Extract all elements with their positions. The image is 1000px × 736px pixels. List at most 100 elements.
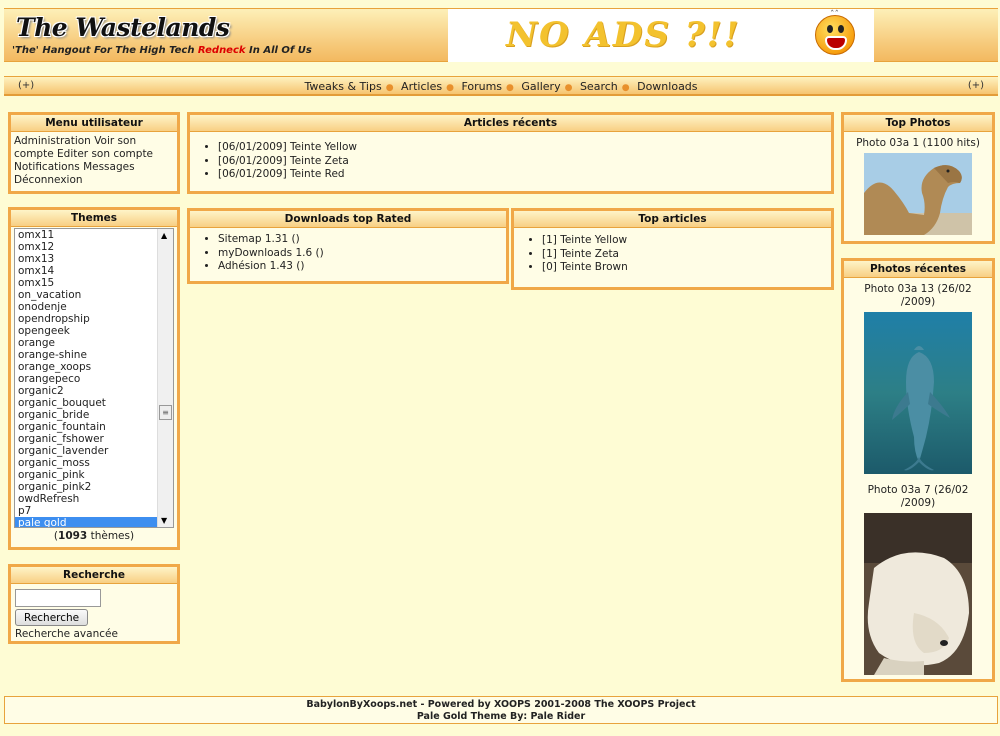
block-title: Articles récents bbox=[190, 115, 831, 132]
article-link[interactable]: [06/01/2009] Teinte Zeta bbox=[218, 155, 349, 167]
theme-option[interactable]: orange_xoops bbox=[15, 361, 173, 373]
menu-link-messages[interactable]: Messages bbox=[83, 161, 135, 173]
theme-option[interactable]: orange-shine bbox=[15, 349, 173, 361]
list-item: [1] Teinte Yellow bbox=[542, 234, 827, 248]
footer-theme-credit: Pale Gold Theme By: Pale Rider bbox=[416, 711, 586, 722]
menu-link-logout[interactable]: Déconnexion bbox=[14, 174, 83, 186]
nav-link-tweaks[interactable]: Tweaks & Tips bbox=[304, 80, 381, 93]
list-item: [06/01/2009] Teinte Zeta bbox=[218, 155, 827, 169]
scroll-thumb[interactable]: ≡ bbox=[159, 405, 172, 420]
recent-articles-block: Articles récents [06/01/2009] Teinte Yel… bbox=[187, 112, 834, 194]
photo-caption[interactable]: Photo 03a 7 (26/02/2009) bbox=[844, 484, 992, 510]
block-title: Top Photos bbox=[844, 115, 992, 132]
photo-caption[interactable]: Photo 03a 13 (26/02/2009) bbox=[844, 283, 992, 309]
main-nav: (+) Tweaks & Tips ● Articles ● Forums ● Gal… bbox=[4, 76, 998, 96]
article-link[interactable]: [1] Teinte Yellow bbox=[542, 234, 627, 246]
theme-option[interactable]: omx14 bbox=[15, 265, 173, 277]
scroll-down-icon[interactable]: ▼ bbox=[161, 516, 167, 525]
nav-link-search[interactable]: Search bbox=[580, 80, 618, 93]
top-articles-list: [1] Teinte Yellow [1] Teinte Zeta [0] Te… bbox=[518, 234, 827, 275]
top-photos-block: Top Photos Photo 03a 1 (1100 hits) bbox=[841, 112, 995, 244]
theme-option[interactable]: organic_bride bbox=[15, 409, 173, 421]
list-item: [0] Teinte Brown bbox=[542, 261, 827, 275]
nav-link-articles[interactable]: Articles bbox=[401, 80, 442, 93]
block-title: Themes bbox=[11, 210, 177, 227]
downloads-top-rated-block: Downloads top Rated Sitemap 1.31 () myDo… bbox=[187, 208, 509, 284]
theme-option[interactable]: organic_fountain bbox=[15, 421, 173, 433]
theme-option[interactable]: organic_pink bbox=[15, 469, 173, 481]
article-link[interactable]: [1] Teinte Zeta bbox=[542, 248, 619, 260]
download-link[interactable]: Sitemap 1.31 () bbox=[218, 233, 300, 245]
theme-count: (1093 thèmes) bbox=[53, 530, 135, 542]
theme-option[interactable]: organic_pink2 bbox=[15, 481, 173, 493]
search-input[interactable] bbox=[15, 589, 101, 607]
theme-list-scrollbar[interactable]: ▲ ≡ ▼ bbox=[157, 229, 173, 527]
nav-separator-icon: ● bbox=[621, 83, 630, 93]
theme-option[interactable]: organic_moss bbox=[15, 457, 173, 469]
recent-photos-block: Photos récentes Photo 03a 13 (26/02/2009… bbox=[841, 258, 995, 682]
advanced-search-link[interactable]: Recherche avancée bbox=[15, 628, 118, 640]
theme-option[interactable]: organic_fshower bbox=[15, 433, 173, 445]
nav-link-downloads[interactable]: Downloads bbox=[637, 80, 697, 93]
theme-option[interactable]: organic_lavender bbox=[15, 445, 173, 457]
footer-credits: BabylonByXoops.net - Powered by XOOPS 20… bbox=[306, 699, 696, 710]
download-link[interactable]: Adhésion 1.43 () bbox=[218, 260, 305, 272]
theme-option[interactable]: orangepeco bbox=[15, 373, 173, 385]
block-title: Downloads top Rated bbox=[190, 211, 506, 228]
theme-options: omx11 omx12 omx13 omx14 omx15 on_vacation onod… bbox=[15, 229, 173, 527]
theme-option[interactable]: on_vacation bbox=[15, 289, 173, 301]
article-link[interactable]: [06/01/2009] Teinte Yellow bbox=[218, 141, 357, 153]
themes-block: Themes omx11 omx12 omx13 omx14 omx15 on_vacat… bbox=[8, 207, 180, 550]
list-item: Sitemap 1.31 () bbox=[218, 233, 502, 247]
logo-title: The Wastelands bbox=[16, 13, 230, 42]
user-menu-block: Menu utilisateur Administration Voir son… bbox=[8, 112, 180, 194]
theme-option[interactable]: omx12 bbox=[15, 241, 173, 253]
theme-option[interactable]: opengeek bbox=[15, 325, 173, 337]
theme-option[interactable]: onodenje bbox=[15, 301, 173, 313]
theme-option[interactable]: p7 bbox=[15, 505, 173, 517]
scroll-up-icon[interactable]: ▲ bbox=[161, 231, 167, 240]
shouting-smiley-icon: ˆˆ bbox=[815, 10, 855, 55]
list-item: [06/01/2009] Teinte Red bbox=[218, 168, 827, 182]
list-item: [1] Teinte Zeta bbox=[542, 248, 827, 262]
search-block: Recherche Recherche Recherche avancée bbox=[8, 564, 180, 644]
theme-option[interactable]: opendropship bbox=[15, 313, 173, 325]
nav-separator-icon: ● bbox=[506, 83, 514, 93]
theme-option[interactable]: omx11 bbox=[15, 229, 173, 241]
nav-expand-right-toggle[interactable]: (+) bbox=[968, 80, 984, 91]
dolphin-photo-thumbnail[interactable] bbox=[864, 312, 972, 474]
menu-link-administration[interactable]: Administration bbox=[14, 135, 91, 147]
downloads-list: Sitemap 1.31 () myDownloads 1.6 () Adhés… bbox=[194, 233, 502, 274]
recent-articles-list: [06/01/2009] Teinte Yellow [06/01/2009] … bbox=[194, 141, 827, 182]
theme-option[interactable]: organic_bouquet bbox=[15, 397, 173, 409]
banner-text: NO ADS ?!! bbox=[506, 15, 741, 55]
theme-option[interactable]: organic2 bbox=[15, 385, 173, 397]
polar-bear-photo-thumbnail[interactable] bbox=[864, 513, 972, 675]
list-item: [06/01/2009] Teinte Yellow bbox=[218, 141, 827, 155]
menu-link-edit-account[interactable]: Editer son compte bbox=[57, 148, 153, 160]
search-button[interactable]: Recherche bbox=[15, 609, 89, 626]
camel-photo-thumbnail[interactable] bbox=[864, 153, 972, 235]
theme-option[interactable]: omx13 bbox=[15, 253, 173, 265]
nav-link-gallery[interactable]: Gallery bbox=[521, 80, 560, 93]
block-title: Photos récentes bbox=[844, 261, 992, 278]
theme-option[interactable]: omx15 bbox=[15, 277, 173, 289]
site-footer: BabylonByXoops.net - Powered by XOOPS 20… bbox=[4, 696, 998, 724]
theme-option[interactable]: pale gold bbox=[15, 517, 173, 527]
user-menu-links: Administration Voir son compte Editer so… bbox=[11, 132, 177, 190]
block-title: Menu utilisateur bbox=[11, 115, 177, 132]
nav-links: Tweaks & Tips ● Articles ● Forums ● Gallery… bbox=[4, 80, 998, 93]
download-link[interactable]: myDownloads 1.6 () bbox=[218, 247, 324, 259]
theme-option[interactable]: orange bbox=[15, 337, 173, 349]
ad-banner[interactable]: NO ADS ?!! ˆˆ bbox=[448, 9, 874, 62]
photo-caption[interactable]: Photo 03a 1 (1100 hits) bbox=[844, 137, 992, 150]
article-link[interactable]: [0] Teinte Brown bbox=[542, 261, 628, 273]
block-title: Top articles bbox=[514, 211, 831, 228]
theme-option[interactable]: owdRefresh bbox=[15, 493, 173, 505]
theme-select-list[interactable]: omx11 omx12 omx13 omx14 omx15 on_vacation onod… bbox=[14, 228, 174, 528]
site-logo[interactable]: The Wastelands 'The' Hangout For The Hig… bbox=[12, 13, 332, 61]
list-item: Adhésion 1.43 () bbox=[218, 260, 502, 274]
nav-link-forums[interactable]: Forums bbox=[461, 80, 502, 93]
menu-link-notifications[interactable]: Notifications bbox=[14, 161, 80, 173]
article-link[interactable]: [06/01/2009] Teinte Red bbox=[218, 168, 345, 180]
